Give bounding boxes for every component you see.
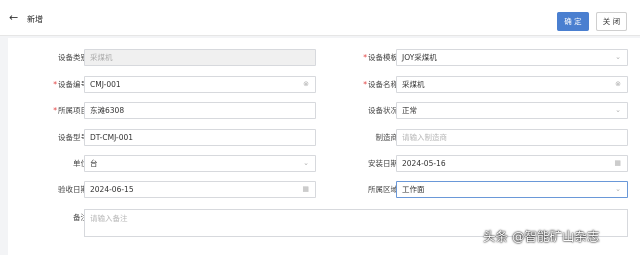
form-panel: 设备类别 采煤机 *设备模板 JOY采煤机 ⌄ *设备编号 CMJ-001 ⊗ *设… [8,38,640,255]
install-date-picker[interactable]: 2024-05-16 ▦ [396,155,628,172]
device-template-label: *设备模板 [363,53,398,62]
unit-select[interactable]: 台 ⌄ [84,155,316,172]
calendar-icon: ▦ [302,185,309,193]
device-model-label: 设备型号 [58,133,88,142]
remark-label: 备注 [73,213,88,222]
manufacturer-input[interactable]: 请输入制造商 [396,129,628,146]
close-button[interactable]: 关 闭 [596,12,627,31]
manufacturer-label: 制造商 [375,133,399,142]
install-date-label: 安装日期 [368,159,398,168]
area-select[interactable]: 工作面 ⌄ [396,181,628,198]
device-name-label: *设备名称 [363,80,398,89]
page-title: 新增 [27,15,43,24]
device-model-input[interactable]: DT-CMJ-001 [84,129,316,146]
confirm-button[interactable]: 确 定 [557,12,589,31]
chevron-down-icon: ⌄ [615,53,621,61]
device-category-field: 采煤机 [84,49,316,66]
device-template-select[interactable]: JOY采煤机 ⌄ [396,49,628,66]
device-name-input[interactable]: 采煤机 ⊗ [396,76,628,93]
page-header: ← 新增 确 定 关 闭 [0,0,640,36]
calendar-icon: ▦ [614,159,621,167]
project-input[interactable]: 东滩6308 [84,102,316,119]
chevron-down-icon: ⌄ [615,106,621,114]
watermark-text: 头条 @智能矿山杂志 [483,229,600,244]
device-status-select[interactable]: 正常 ⌄ [396,102,628,119]
project-label: *所属项目 [53,106,88,115]
unit-label: 单位 [73,159,88,168]
device-status-label: 设备状况 [368,106,398,115]
device-code-label: *设备编号 [53,80,88,89]
device-category-label: 设备类别 [58,53,88,62]
arrow-left-icon[interactable]: ← [9,12,18,23]
area-label: 所属区域 [368,185,398,194]
accept-date-picker[interactable]: 2024-06-15 ▦ [84,181,316,198]
chevron-down-icon: ⌄ [303,159,309,167]
clear-icon[interactable]: ⊗ [615,77,621,92]
device-code-input[interactable]: CMJ-001 ⊗ [84,76,316,93]
clear-icon[interactable]: ⊗ [303,77,309,92]
chevron-down-icon: ⌄ [615,185,621,193]
accept-date-label: 验收日期 [58,185,88,194]
